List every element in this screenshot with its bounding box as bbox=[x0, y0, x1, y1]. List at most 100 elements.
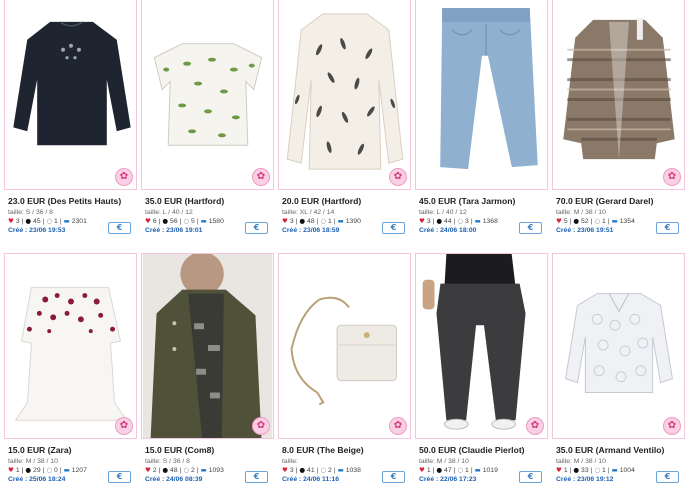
product-photo[interactable]: ✿ bbox=[552, 253, 685, 439]
chats-count: 1 bbox=[54, 218, 58, 225]
chats-count: 2 bbox=[328, 467, 332, 474]
product-card[interactable]: ✿ 15.0 EUR (Com8) taille: S / 36 / 8 ♥ 2 |… bbox=[141, 249, 274, 495]
bullet-icon: ● bbox=[573, 217, 580, 225]
flower-favorite-icon[interactable]: ✿ bbox=[663, 417, 681, 435]
product-size: taille: M / 38 / 10 bbox=[8, 458, 58, 465]
product-title[interactable]: 23.0 EUR (Des Petits Hauts) bbox=[8, 196, 135, 207]
comment-icon: ○ bbox=[183, 217, 190, 225]
monitor-icon: ▬ bbox=[337, 217, 344, 225]
euro-action-button[interactable]: € bbox=[519, 222, 542, 234]
product-card[interactable]: ✿ 35.0 EUR (Hartford) taille: L / 40 / 1… bbox=[141, 0, 274, 246]
product-title[interactable]: 20.0 EUR (Hartford) bbox=[282, 196, 409, 207]
euro-action-button[interactable]: € bbox=[108, 222, 131, 234]
product-size: taille: L / 40 / 12 bbox=[145, 209, 193, 216]
euro-icon: € bbox=[253, 223, 260, 232]
product-card[interactable]: ✿ 50.0 EUR (Claudie Pierlot) taille: M /… bbox=[415, 249, 548, 495]
bullet-icon: ● bbox=[436, 217, 443, 225]
hearts-count: 6 bbox=[152, 218, 157, 225]
product-title[interactable]: 35.0 EUR (Hartford) bbox=[145, 196, 272, 207]
product-title[interactable]: 15.0 EUR (Com8) bbox=[145, 445, 272, 456]
bullet-icon: ● bbox=[573, 466, 580, 474]
flower-favorite-icon[interactable]: ✿ bbox=[115, 417, 133, 435]
flower-favorite-icon[interactable]: ✿ bbox=[663, 168, 681, 186]
flower-favorite-icon[interactable]: ✿ bbox=[389, 168, 407, 186]
bullet-icon: ● bbox=[436, 466, 443, 474]
bullet-icon: ● bbox=[162, 466, 169, 474]
euro-action-button[interactable]: € bbox=[519, 471, 542, 483]
dots-count: 45 bbox=[33, 218, 41, 225]
euro-action-button[interactable]: € bbox=[656, 222, 679, 234]
euro-action-button[interactable]: € bbox=[382, 471, 405, 483]
product-photo[interactable]: ✿ bbox=[552, 0, 685, 190]
product-photo[interactable]: ✿ bbox=[4, 253, 137, 439]
product-photo[interactable] bbox=[415, 0, 548, 190]
flower-favorite-icon[interactable]: ✿ bbox=[389, 417, 407, 435]
product-size: taille: M / 38 / 10 bbox=[556, 458, 606, 465]
product-title[interactable]: 35.0 EUR (Armand Ventilo) bbox=[556, 445, 683, 456]
dots-count: 52 bbox=[581, 218, 589, 225]
hearts-count: 3 bbox=[289, 467, 294, 474]
comment-icon: ○ bbox=[183, 466, 190, 474]
product-card[interactable]: ✿ 70.0 EUR (Gerard Darel) taille: M / 38… bbox=[552, 0, 685, 246]
euro-action-button[interactable]: € bbox=[382, 222, 405, 234]
product-title[interactable]: 15.0 EUR (Zara) bbox=[8, 445, 135, 456]
product-photo[interactable]: ✿ bbox=[278, 0, 411, 190]
product-photo[interactable]: ✿ bbox=[4, 0, 137, 190]
euro-action-button[interactable]: € bbox=[245, 222, 268, 234]
comment-icon: ○ bbox=[46, 217, 53, 225]
chats-count: 3 bbox=[465, 218, 469, 225]
heart-icon: ♥ bbox=[8, 466, 14, 474]
product-size: taille: M / 38 / 10 bbox=[556, 209, 606, 216]
flower-favorite-icon[interactable]: ✿ bbox=[252, 417, 270, 435]
euro-action-button[interactable]: € bbox=[108, 471, 131, 483]
product-card[interactable]: ✿ 20.0 EUR (Hartford) taille: XL / 42 / … bbox=[278, 0, 411, 246]
views-count: 1004 bbox=[619, 467, 635, 474]
product-title[interactable]: 45.0 EUR (Tara Jarmon) bbox=[419, 196, 546, 207]
dots-count: 33 bbox=[581, 467, 589, 474]
chats-count: 1 bbox=[602, 218, 606, 225]
views-count: 1580 bbox=[208, 218, 224, 225]
monitor-icon: ▬ bbox=[337, 466, 344, 474]
product-title[interactable]: 8.0 EUR (The Beige) bbox=[282, 445, 409, 456]
flower-favorite-icon[interactable]: ✿ bbox=[252, 168, 270, 186]
dots-count: 29 bbox=[33, 467, 41, 474]
product-photo[interactable]: ✿ bbox=[141, 253, 274, 439]
heart-icon: ♥ bbox=[556, 466, 562, 474]
euro-icon: € bbox=[116, 472, 123, 481]
comment-icon: ○ bbox=[457, 217, 464, 225]
product-photo[interactable]: ✿ bbox=[415, 253, 548, 439]
product-photo[interactable]: ✿ bbox=[278, 253, 411, 439]
hearts-count: 1 bbox=[563, 467, 568, 474]
dots-count: 44 bbox=[444, 218, 452, 225]
flower-favorite-icon[interactable]: ✿ bbox=[115, 168, 133, 186]
views-count: 1390 bbox=[345, 218, 361, 225]
comment-icon: ○ bbox=[594, 217, 601, 225]
product-card[interactable]: ✿ 15.0 EUR (Zara) taille: M / 38 / 10 ♥ 1… bbox=[4, 249, 137, 495]
euro-icon: € bbox=[116, 223, 123, 232]
euro-action-button[interactable]: € bbox=[656, 471, 679, 483]
product-photo[interactable]: ✿ bbox=[141, 0, 274, 190]
euro-action-button[interactable]: € bbox=[245, 471, 268, 483]
heart-icon: ♥ bbox=[145, 466, 151, 474]
monitor-icon: ▬ bbox=[611, 466, 618, 474]
product-title[interactable]: 50.0 EUR (Claudie Pierlot) bbox=[419, 445, 546, 456]
heart-icon: ♥ bbox=[282, 466, 288, 474]
bullet-icon: ● bbox=[25, 466, 32, 474]
heart-icon: ♥ bbox=[145, 217, 151, 225]
hearts-count: 1 bbox=[426, 467, 431, 474]
product-card[interactable]: ✿ 8.0 EUR (The Beige) taille: ♥ 3 | ● 41 | ○… bbox=[278, 249, 411, 495]
monitor-icon: ▬ bbox=[63, 466, 70, 474]
product-card[interactable]: ✿ 23.0 EUR (Des Petits Hauts) taille: S … bbox=[4, 0, 137, 246]
product-size: taille: bbox=[282, 458, 298, 465]
bullet-icon: ● bbox=[25, 217, 32, 225]
dots-count: 41 bbox=[307, 467, 315, 474]
euro-icon: € bbox=[664, 472, 671, 481]
chats-count: 5 bbox=[191, 218, 195, 225]
monitor-icon: ▬ bbox=[611, 217, 618, 225]
product-card[interactable]: ✿ 35.0 EUR (Armand Ventilo) taille: M / … bbox=[552, 249, 685, 495]
product-title[interactable]: 70.0 EUR (Gerard Darel) bbox=[556, 196, 683, 207]
product-card[interactable]: 45.0 EUR (Tara Jarmon) taille: L / 40 / … bbox=[415, 0, 548, 246]
heart-liked-icon[interactable] bbox=[523, 168, 545, 188]
hearts-count: 3 bbox=[15, 218, 20, 225]
flower-favorite-icon[interactable]: ✿ bbox=[526, 417, 544, 435]
